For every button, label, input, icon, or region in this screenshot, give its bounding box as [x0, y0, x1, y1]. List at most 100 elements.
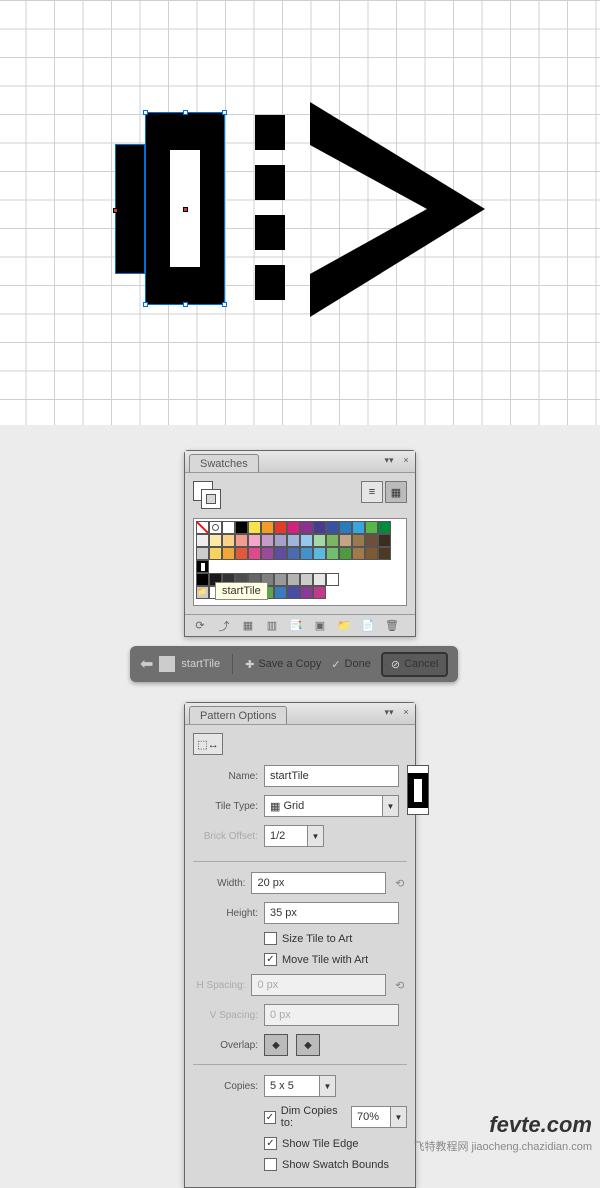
width-field[interactable]: [251, 872, 386, 894]
swatch[interactable]: [378, 547, 391, 560]
swatch-folder-icon[interactable]: 📁: [196, 586, 209, 599]
swatch[interactable]: [326, 534, 339, 547]
footer-icon[interactable]: ⤴: [217, 619, 231, 633]
tab-pattern-options[interactable]: Pattern Options: [189, 706, 287, 724]
swatch[interactable]: [261, 521, 274, 534]
panel-menu-icon[interactable]: ▾▾: [382, 453, 396, 467]
copies-select[interactable]: 5 x 5▼: [264, 1075, 336, 1097]
selection-2[interactable]: [145, 112, 225, 305]
list-view-button[interactable]: ≡: [361, 481, 383, 503]
swatch[interactable]: [287, 521, 300, 534]
swatch[interactable]: [365, 547, 378, 560]
footer-icon[interactable]: ▣: [313, 619, 327, 633]
stroke-box[interactable]: [201, 489, 221, 509]
swatch[interactable]: [235, 521, 248, 534]
show-edge-checkbox[interactable]: ✓: [264, 1137, 277, 1150]
footer-icon[interactable]: 📑: [289, 619, 303, 633]
swatch[interactable]: [378, 534, 391, 547]
swatch[interactable]: [300, 534, 313, 547]
swatch[interactable]: [326, 521, 339, 534]
swatch[interactable]: [313, 534, 326, 547]
done-button[interactable]: ✓ Done: [331, 658, 371, 671]
tiling-preview-button[interactable]: ⬚↔: [193, 733, 223, 755]
swatch[interactable]: [300, 521, 313, 534]
size-tile-checkbox[interactable]: [264, 932, 277, 945]
swatch-startTile[interactable]: [196, 560, 209, 573]
swatch[interactable]: [352, 521, 365, 534]
swatch[interactable]: [261, 547, 274, 560]
swatch[interactable]: [274, 586, 287, 599]
save-copy-button[interactable]: ✚ Save a Copy: [245, 658, 321, 671]
grid-view-button[interactable]: ▦: [385, 481, 407, 503]
panel-header[interactable]: Pattern Options ▾▾ ×: [185, 703, 415, 725]
panel-menu-icon[interactable]: ▾▾: [382, 705, 396, 719]
swatch[interactable]: [313, 586, 326, 599]
swatch[interactable]: [248, 547, 261, 560]
cancel-button[interactable]: ⊘ Cancel: [381, 652, 448, 677]
swatch[interactable]: [287, 586, 300, 599]
swatch[interactable]: [274, 547, 287, 560]
swatch[interactable]: [313, 573, 326, 586]
swatch[interactable]: [209, 521, 222, 534]
swatch[interactable]: [235, 547, 248, 560]
swatch[interactable]: [339, 534, 352, 547]
swatch[interactable]: [209, 534, 222, 547]
footer-icon[interactable]: 🗑: [385, 619, 399, 633]
swatch[interactable]: [365, 521, 378, 534]
swatch[interactable]: [248, 521, 261, 534]
swatch[interactable]: [300, 547, 313, 560]
footer-icon[interactable]: ▦: [241, 619, 255, 633]
artboard-canvas[interactable]: [0, 0, 600, 425]
swatch[interactable]: [235, 534, 248, 547]
move-tile-checkbox[interactable]: ✓: [264, 953, 277, 966]
swatch[interactable]: [274, 573, 287, 586]
swatch[interactable]: [287, 534, 300, 547]
swatch[interactable]: [287, 573, 300, 586]
swatch[interactable]: [339, 547, 352, 560]
footer-icon[interactable]: ⟳: [193, 619, 207, 633]
swatch[interactable]: [326, 573, 339, 586]
swatch[interactable]: [196, 521, 209, 534]
swatch[interactable]: [274, 534, 287, 547]
swatch[interactable]: [248, 534, 261, 547]
tab-swatches[interactable]: Swatches: [189, 454, 259, 472]
panel-header[interactable]: Swatches ▾▾ ×: [185, 451, 415, 473]
link-icon[interactable]: ⟲: [392, 874, 407, 892]
swatch[interactable]: [300, 573, 313, 586]
close-icon[interactable]: ×: [399, 453, 413, 467]
swatch[interactable]: [261, 534, 274, 547]
tiletype-select[interactable]: ▦ Grid▼: [264, 795, 399, 817]
swatch[interactable]: [326, 547, 339, 560]
swatch[interactable]: [365, 534, 378, 547]
height-field[interactable]: [264, 902, 399, 924]
dim-value-select[interactable]: 70%▼: [351, 1106, 407, 1128]
swatch[interactable]: [222, 521, 235, 534]
swatch[interactable]: [339, 521, 352, 534]
swatch[interactable]: [196, 534, 209, 547]
swatch[interactable]: [222, 534, 235, 547]
footer-icon[interactable]: 📁: [337, 619, 351, 633]
back-arrow-icon[interactable]: ⬅: [140, 654, 153, 674]
swatch[interactable]: [196, 573, 209, 586]
fill-stroke-indicator[interactable]: [193, 481, 221, 509]
selection-1[interactable]: [115, 144, 145, 274]
name-field[interactable]: [264, 765, 399, 787]
overlap-left[interactable]: ◆: [264, 1034, 288, 1056]
swatch[interactable]: [352, 534, 365, 547]
swatch[interactable]: [222, 547, 235, 560]
close-icon[interactable]: ×: [399, 705, 413, 719]
overlap-top[interactable]: ◆: [296, 1034, 320, 1056]
footer-icon[interactable]: 📄: [361, 619, 375, 633]
swatch[interactable]: [378, 521, 391, 534]
swatch[interactable]: [196, 547, 209, 560]
swatch[interactable]: [300, 586, 313, 599]
swatch[interactable]: [352, 547, 365, 560]
swatch[interactable]: [209, 547, 222, 560]
swatch[interactable]: [274, 521, 287, 534]
dim-copies-checkbox[interactable]: ✓: [264, 1111, 276, 1124]
footer-icon[interactable]: ▥: [265, 619, 279, 633]
swatch[interactable]: [287, 547, 300, 560]
swatch[interactable]: [313, 521, 326, 534]
swatch-tooltip: startTile: [215, 582, 268, 600]
swatch[interactable]: [313, 547, 326, 560]
